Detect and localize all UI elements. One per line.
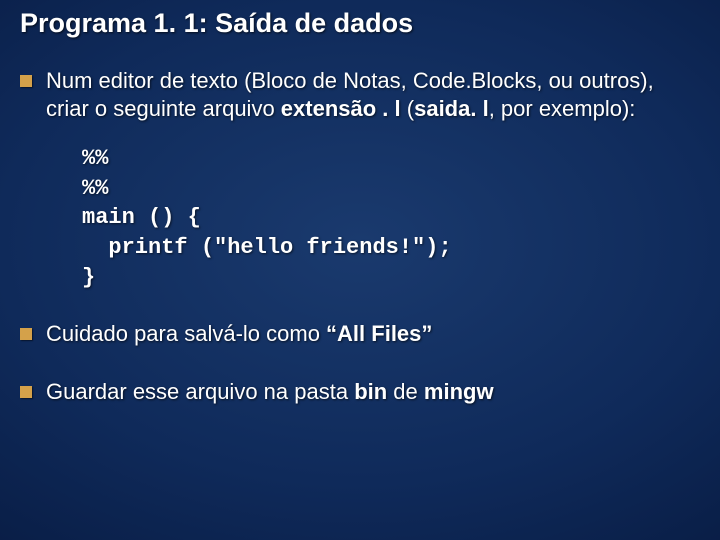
bullet-item-2: Cuidado para salvá-lo como “All Files” [20,320,700,348]
text-fragment: , por exemplo): [489,96,636,121]
text-bold: extensão . l [281,96,401,121]
spacer [20,366,700,378]
text-bold: saida. l [414,96,489,121]
text-bold: mingw [424,379,494,404]
text-fragment: de [387,379,424,404]
slide-title: Programa 1. 1: Saída de dados [20,8,700,39]
text-bold: bin [354,379,387,404]
bullet-text-3: Guardar esse arquivo na pasta bin de min… [46,378,494,406]
text-fragment: Cuidado para salvá-lo como [46,321,326,346]
text-fragment: Guardar esse arquivo na pasta [46,379,354,404]
bullet-text-1: Num editor de texto (Bloco de Notas, Cod… [46,67,700,122]
text-fragment: ( [401,96,414,121]
bullet-icon [20,75,32,87]
bullet-icon [20,386,32,398]
text-bold: “All Files” [326,321,432,346]
bullet-item-3: Guardar esse arquivo na pasta bin de min… [20,378,700,406]
code-block: %% %% main () { printf ("hello friends!"… [82,144,700,292]
slide: Programa 1. 1: Saída de dados Num editor… [0,0,720,540]
bullet-icon [20,328,32,340]
bullet-text-2: Cuidado para salvá-lo como “All Files” [46,320,432,348]
bullet-item-1: Num editor de texto (Bloco de Notas, Cod… [20,67,700,122]
